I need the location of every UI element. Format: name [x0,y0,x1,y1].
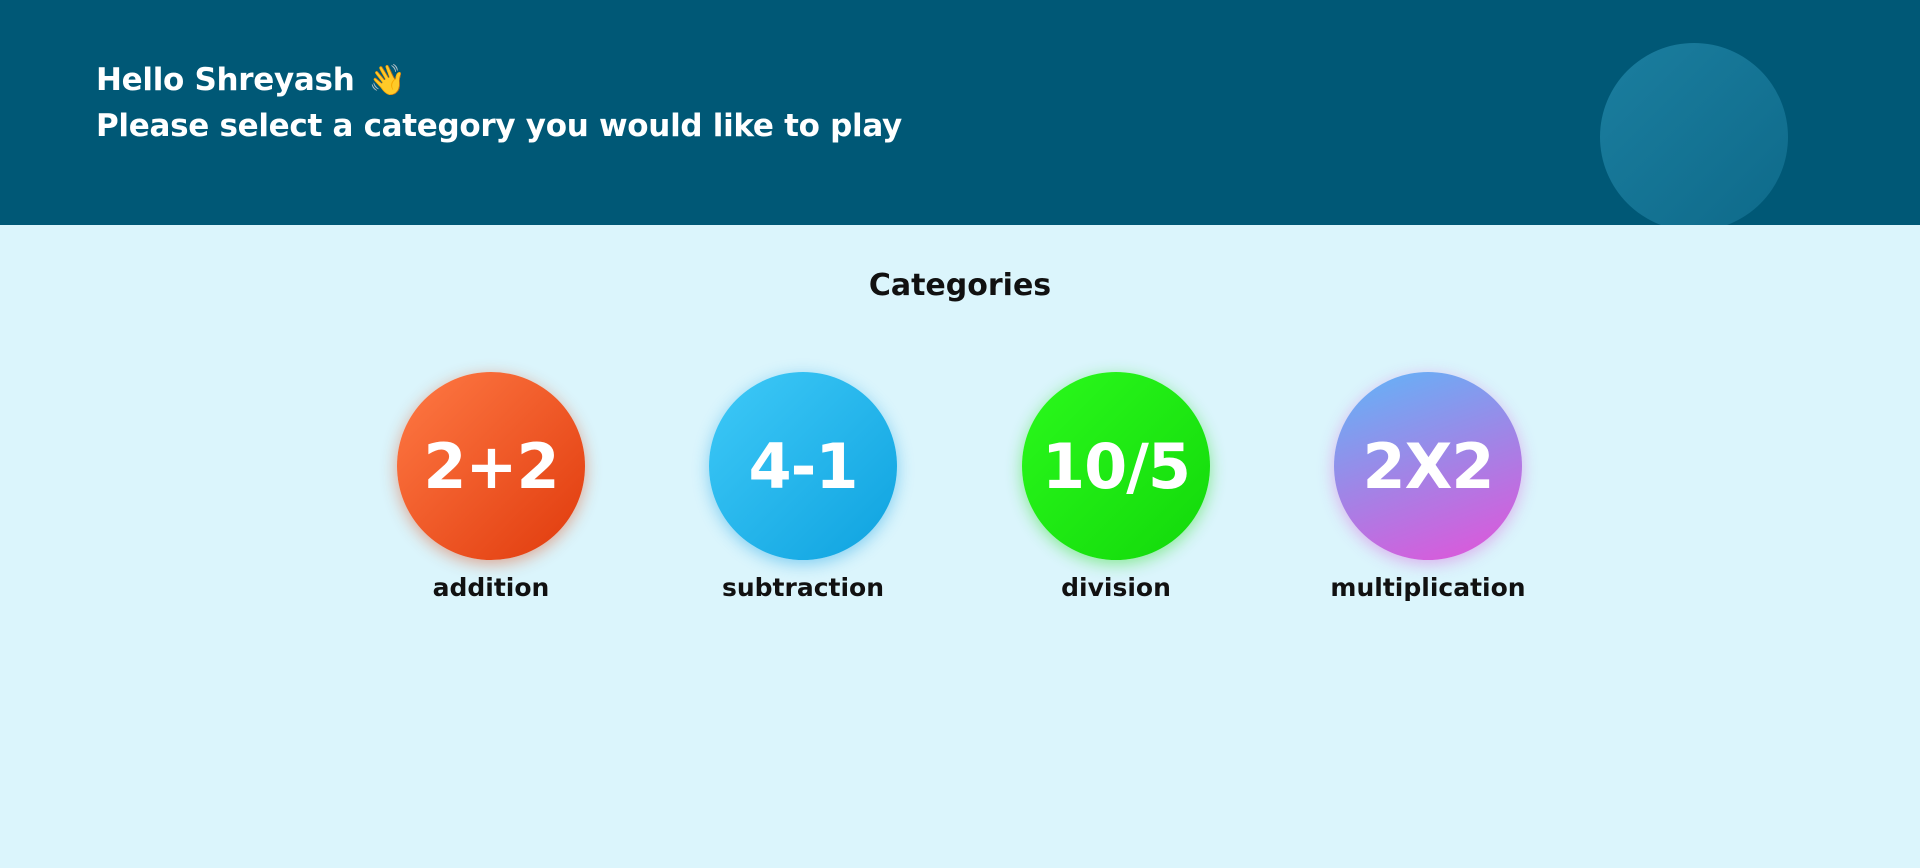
greeting-name: Hello Shreyash [96,62,355,98]
category-subtraction[interactable]: 4-1 subtraction [683,372,923,606]
decorative-circle [1600,43,1788,225]
greeting-text: Hello Shreyash 👋 [96,58,406,103]
category-label-division: division [1061,573,1171,602]
addition-circle-button[interactable]: 2+2 [397,372,585,560]
category-label-multiplication: multiplication [1330,573,1526,602]
categories-title: Categories [868,268,1052,303]
category-addition[interactable]: 2+2 addition [371,372,611,606]
category-multiplication[interactable]: 2X2 multiplication [1308,372,1548,606]
waving-hand-icon: 👋 [368,63,406,98]
category-label-subtraction: subtraction [721,573,885,602]
category-label-addition: addition [432,573,550,602]
division-circle-button[interactable]: 10/5 [1022,372,1210,560]
page-subtitle: Please select a category you would like … [96,108,902,144]
multiplication-circle-button[interactable]: 2X2 [1334,372,1522,560]
subtraction-circle-button[interactable]: 4-1 [709,372,897,560]
header-banner: Hello Shreyash 👋 Please select a category… [0,0,1920,225]
category-division[interactable]: 10/5 division [996,372,1236,606]
